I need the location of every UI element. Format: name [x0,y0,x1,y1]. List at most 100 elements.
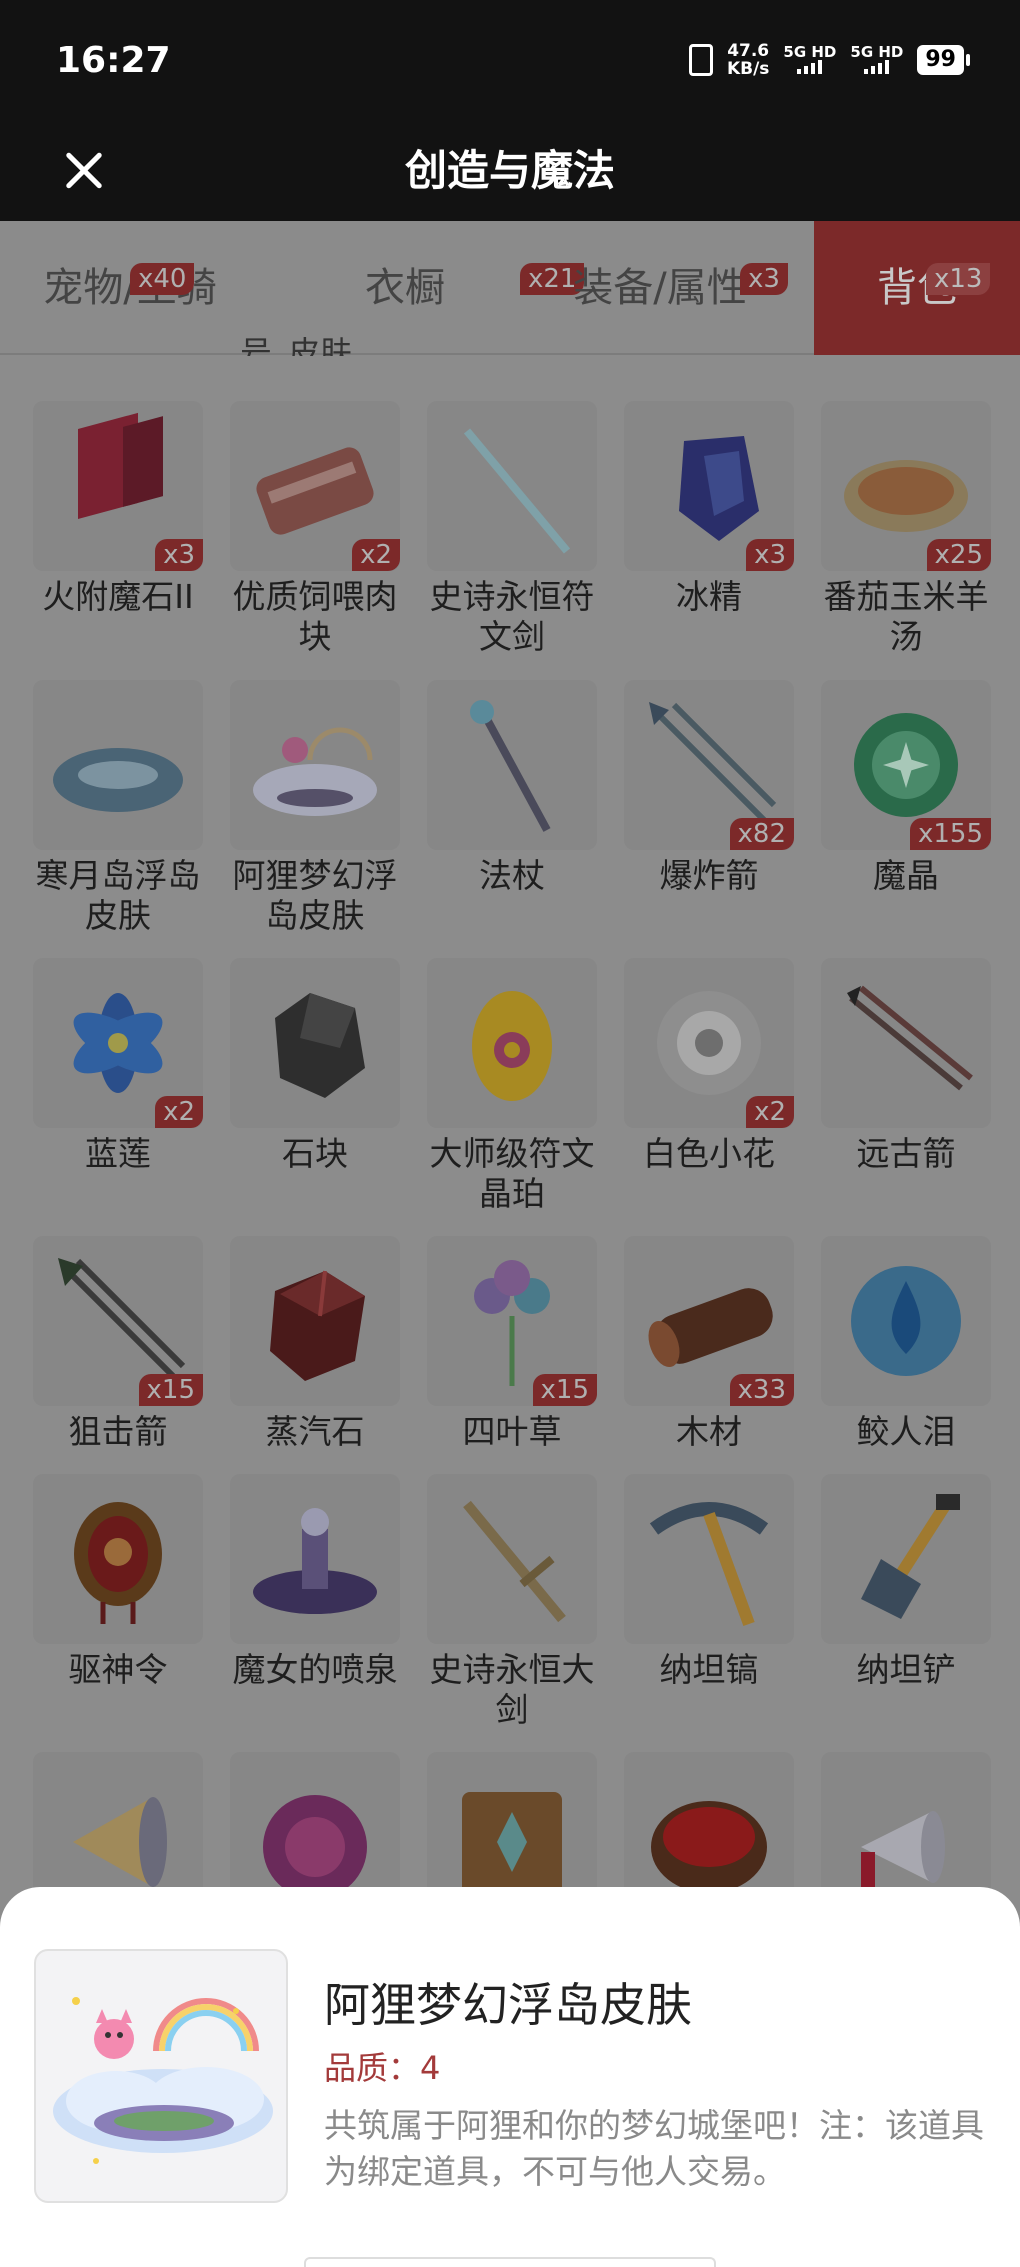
item-detail-sheet: 阿狸梦幻浮岛皮肤 品质：4 共筑属于阿狸和你的梦幻城堡吧！注：该道具为绑定道具，… [0,1887,1020,2267]
vibrate-icon [688,44,713,76]
inventory-item[interactable]: 纳坦镐 [619,1474,799,1690]
item-name: 驱神令 [68,1650,168,1689]
close-icon[interactable] [56,142,112,198]
inventory-item[interactable]: x82 爆炸箭 [619,680,799,896]
status-icons: 47.6 KB/s 5G HD 5G HD 99 [688,42,970,78]
ancient-arrow-icon [821,958,991,1128]
inventory-item[interactable]: 鲛人泪 [816,1236,996,1452]
item-name: 纳坦镐 [659,1650,759,1689]
detail-description: 共筑属于阿狸和你的梦幻城堡吧！注：该道具为绑定道具，不可与他人交易。 [324,2106,984,2191]
item-name: 魔晶 [873,856,939,895]
inventory-item[interactable]: 纳坦铲 [816,1474,996,1690]
detail-item-name: 阿狸梦幻浮岛皮肤 [324,1978,692,2032]
inventory-item[interactable]: x25 番茄玉米羊汤 [816,401,996,657]
tab-equipment-attributes[interactable]: 装备/属性 x3 [560,221,788,355]
inventory-item[interactable]: 驱神令 [28,1474,208,1690]
item-count-badge: x2 [155,1096,203,1128]
shovel-icon [821,1474,991,1644]
item-name: 优质饲喂肉块 [232,577,398,656]
amber-egg-icon [427,958,597,1128]
item-name: 木材 [676,1412,742,1451]
status-bar: 16:27 47.6 KB/s 5G HD 5G HD 99 [0,0,1020,120]
inventory-item[interactable]: 蒸汽石 [225,1236,405,1452]
signal-bars-icon [797,59,823,74]
item-name: 狙击箭 [68,1412,168,1451]
item-count-badge: x3 [155,539,203,571]
inventory-item[interactable]: x2 蓝莲 [28,958,208,1174]
page-title: 创造与魔法 [404,146,615,195]
item-name: 鲛人泪 [856,1412,956,1451]
ice-crystal-icon: x3 [624,401,794,571]
inventory-item[interactable]: 魔女的喷泉 [225,1474,405,1690]
signal-5g-1: 5G HD [783,44,836,77]
tab-pets-mounts[interactable]: 宠物/坐骑 x40 [30,221,230,355]
item-count-badge: x15 [138,1374,203,1406]
inventory-item[interactable]: x15 四叶草 [422,1236,602,1452]
item-name: 远古箭 [856,1134,956,1173]
item-name: 纳坦铲 [856,1650,956,1689]
item-name: 魔女的喷泉 [232,1650,398,1689]
rune-sword-icon [427,401,597,571]
tab-wardrobe[interactable]: 衣橱 x21 [320,221,585,355]
sheet-bottom-handle [304,2257,716,2267]
tab-count-badge: x3 [740,263,788,295]
item-count-badge: x25 [926,539,991,571]
tab-count-badge: x40 [130,263,195,295]
item-name: 大师级符文晶珀 [429,1134,595,1213]
inventory-item[interactable]: 石块 [225,958,405,1174]
item-count-badge: x2 [352,539,400,571]
item-count-badge: x33 [729,1374,794,1406]
sniper-arrow-icon: x15 [33,1236,203,1406]
wood-log-icon: x33 [624,1236,794,1406]
steam-stone-icon [230,1236,400,1406]
blue-lotus-icon: x2 [33,958,203,1128]
inventory-item[interactable]: x2 优质饲喂肉块 [225,401,405,657]
item-name: 法杖 [479,856,545,895]
item-name: 四叶草 [462,1412,562,1451]
category-tabs: 宠物/坐骑 x40 衣橱 x21 装备/属性 x3 背包 x13 [0,221,1020,355]
item-name: 史诗永恒符文剑 [429,577,595,656]
inventory-item[interactable]: x155 魔晶 [816,680,996,896]
inventory-item[interactable]: x15 狙击箭 [28,1236,208,1452]
pickaxe-icon [624,1474,794,1644]
soup-icon: x25 [821,401,991,571]
item-name: 石块 [282,1134,348,1173]
inventory-item[interactable]: x2 白色小花 [619,958,799,1174]
cloud-island-icon [34,1949,288,2203]
item-name: 番茄玉米羊汤 [823,577,989,656]
inventory-item[interactable]: 史诗永恒符文剑 [422,401,602,657]
cutoff-item-name: 号_皮肤 [240,336,353,356]
water-drop-icon [821,1236,991,1406]
floating-island-icon [33,680,203,850]
inventory-item[interactable]: 远古箭 [816,958,996,1174]
inventory-item[interactable]: 大师级符文晶珀 [422,958,602,1214]
signal-5g-2: 5G HD [850,44,903,77]
item-count-badge: x15 [532,1374,597,1406]
item-name: 冰精 [676,577,742,616]
inventory-item[interactable]: 史诗永恒大剑 [422,1474,602,1730]
item-name: 阿狸梦幻浮岛皮肤 [232,856,398,935]
item-count-badge: x3 [746,539,794,571]
item-count-badge: x82 [729,818,794,850]
item-name: 白色小花 [643,1134,775,1173]
inventory-item[interactable]: x3 火附魔石II [28,401,208,617]
tab-backpack[interactable]: 背包 x13 [814,221,1020,355]
red-crystal-icon: x3 [33,401,203,571]
item-count-badge: x155 [909,818,991,850]
item-name: 爆炸箭 [659,856,759,895]
magic-crystal-icon: x155 [821,680,991,850]
great-sword-icon [427,1474,597,1644]
item-name: 蒸汽石 [265,1412,365,1451]
inventory-item[interactable]: 寒月岛浮岛皮肤 [28,680,208,936]
signal-bars-icon [864,59,890,74]
arrow-icon: x82 [624,680,794,850]
title-bar: 创造与魔法 [0,120,1020,221]
inventory-item[interactable]: x33 木材 [619,1236,799,1452]
item-name: 史诗永恒大剑 [429,1650,595,1729]
inventory-item[interactable]: 法杖 [422,680,602,896]
inventory-item[interactable]: x3 冰精 [619,401,799,617]
inventory-item[interactable]: 阿狸梦幻浮岛皮肤 [225,680,405,936]
item-name: 寒月岛浮岛皮肤 [35,856,201,935]
clock: 16:27 [56,40,171,81]
meat-icon: x2 [230,401,400,571]
